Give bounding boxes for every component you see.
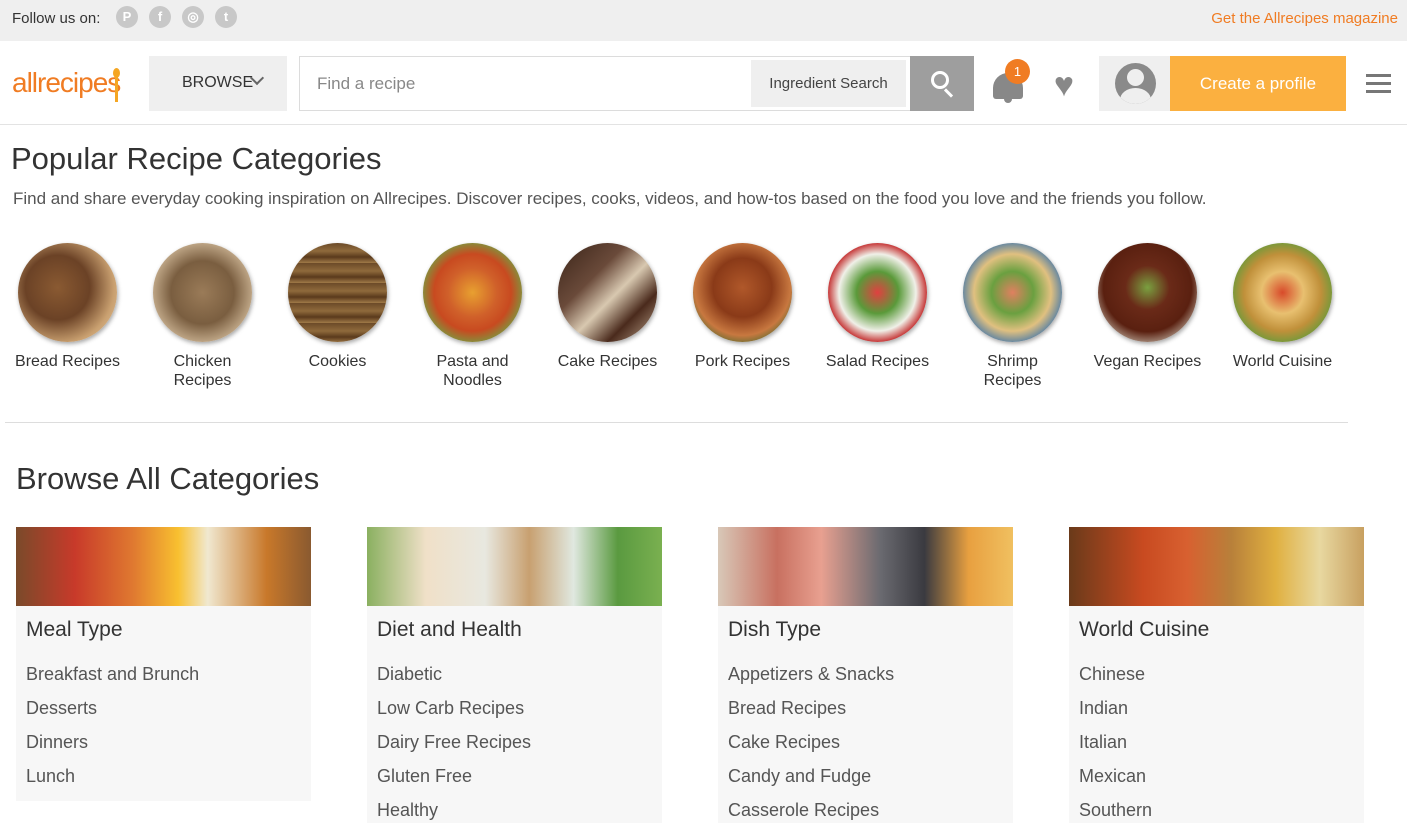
category-label: Cake Recipes: [557, 353, 658, 370]
magazine-link[interactable]: Get the Allrecipes magazine: [1211, 10, 1398, 27]
card-link-list: Diabetic Low Carb Recipes Dairy Free Rec…: [377, 664, 531, 823]
world-cuisine-banner-image: [1069, 527, 1364, 606]
instagram-icon[interactable]: ◎: [182, 6, 204, 28]
vegan-image: [1098, 243, 1197, 342]
card-link[interactable]: Bread Recipes: [728, 698, 894, 732]
pinterest-icon[interactable]: P: [116, 6, 138, 28]
chicken-image: [153, 243, 252, 342]
allrecipes-logo[interactable]: allrecipes: [12, 67, 121, 99]
card-link[interactable]: Healthy: [377, 800, 531, 823]
card-link[interactable]: Indian: [1079, 698, 1152, 732]
hamburger-menu-icon[interactable]: [1366, 74, 1391, 94]
card-title[interactable]: Meal Type: [26, 618, 123, 642]
world-cuisine-image: [1233, 243, 1332, 342]
facebook-icon[interactable]: f: [149, 6, 171, 28]
card-link[interactable]: Cake Recipes: [728, 732, 894, 766]
pasta-image: [423, 243, 522, 342]
card-link[interactable]: Southern: [1079, 800, 1152, 823]
category-card-world-cuisine: World Cuisine Chinese Indian Italian Mex…: [1069, 527, 1364, 823]
spoon-logo-icon: [113, 68, 120, 102]
category-label: Chicken Recipes: [173, 353, 232, 389]
card-link[interactable]: Low Carb Recipes: [377, 698, 531, 732]
browse-all-title: Browse All Categories: [16, 461, 320, 496]
search-icon-handle: [943, 88, 954, 98]
category-label: Cookies: [308, 353, 367, 370]
card-link[interactable]: Desserts: [26, 698, 199, 732]
category-label: Bread Recipes: [15, 353, 120, 370]
card-link[interactable]: Casserole Recipes: [728, 800, 894, 823]
category-label: Pork Recipes: [694, 353, 791, 370]
card-link[interactable]: Italian: [1079, 732, 1152, 766]
pork-image: [693, 243, 792, 342]
search-bar: Ingredient Search: [299, 56, 974, 111]
ingredient-search-button[interactable]: Ingredient Search: [751, 60, 906, 107]
card-link[interactable]: Dairy Free Recipes: [377, 732, 531, 766]
browse-label: BROWSE: [182, 74, 254, 91]
browse-dropdown-button[interactable]: BROWSE: [149, 56, 287, 111]
diet-health-banner-image: [367, 527, 662, 606]
category-card-dish-type: Dish Type Appetizers & Snacks Bread Reci…: [718, 527, 1013, 823]
category-label: World Cuisine: [1232, 353, 1333, 370]
card-link-list: Chinese Indian Italian Mexican Southern: [1079, 664, 1152, 823]
top-social-bar: Follow us on: P f ◎ t Get the Allrecipes…: [0, 0, 1407, 41]
search-icon: [931, 71, 949, 89]
search-button[interactable]: [910, 56, 974, 111]
dish-type-banner-image: [718, 527, 1013, 606]
salad-image: [828, 243, 927, 342]
meal-type-banner-image: [16, 527, 311, 606]
category-label: Vegan Recipes: [1093, 353, 1202, 370]
card-link[interactable]: Lunch: [26, 766, 199, 800]
twitter-icon[interactable]: t: [215, 6, 237, 28]
card-title[interactable]: Dish Type: [728, 618, 821, 642]
card-link[interactable]: Breakfast and Brunch: [26, 664, 199, 698]
category-card-diet-and-health: Diet and Health Diabetic Low Carb Recipe…: [367, 527, 662, 823]
avatar-shoulders: [1120, 88, 1151, 104]
card-link[interactable]: Appetizers & Snacks: [728, 664, 894, 698]
bell-clapper: [1004, 98, 1012, 103]
card-link[interactable]: Diabetic: [377, 664, 531, 698]
card-title[interactable]: World Cuisine: [1079, 618, 1209, 642]
card-link[interactable]: Chinese: [1079, 664, 1152, 698]
bread-image: [18, 243, 117, 342]
category-label: Shrimp Recipes: [983, 353, 1042, 389]
card-link[interactable]: Gluten Free: [377, 766, 531, 800]
recipe-search-input[interactable]: [300, 57, 750, 110]
section-divider: [5, 422, 1348, 423]
favorites-heart-icon[interactable]: ♥: [1047, 68, 1081, 102]
main-header: allrecipes BROWSE Ingredient Search 1 ♥ …: [0, 41, 1407, 125]
popular-categories-title: Popular Recipe Categories: [11, 141, 382, 176]
cake-image: [558, 243, 657, 342]
notification-count-badge: 1: [1005, 59, 1030, 84]
category-label: Pasta and Noodles: [436, 353, 509, 389]
card-link[interactable]: Dinners: [26, 732, 199, 766]
card-link[interactable]: Mexican: [1079, 766, 1152, 800]
card-link[interactable]: Candy and Fudge: [728, 766, 894, 800]
category-card-meal-type: Meal Type Breakfast and Brunch Desserts …: [16, 527, 311, 801]
avatar-icon: [1115, 63, 1156, 104]
card-link-list: Appetizers & Snacks Bread Recipes Cake R…: [728, 664, 894, 823]
shrimp-image: [963, 243, 1062, 342]
create-profile-button[interactable]: Create a profile: [1170, 56, 1346, 111]
cookies-image: [288, 243, 387, 342]
popular-categories-subtitle: Find and share everyday cooking inspirat…: [13, 189, 1207, 208]
category-label: Salad Recipes: [825, 353, 930, 370]
follow-us-label: Follow us on:: [12, 10, 101, 27]
avatar-head: [1127, 69, 1144, 86]
card-link-list: Breakfast and Brunch Desserts Dinners Lu…: [26, 664, 199, 800]
profile-avatar-button[interactable]: [1099, 56, 1170, 111]
card-title[interactable]: Diet and Health: [377, 618, 522, 642]
